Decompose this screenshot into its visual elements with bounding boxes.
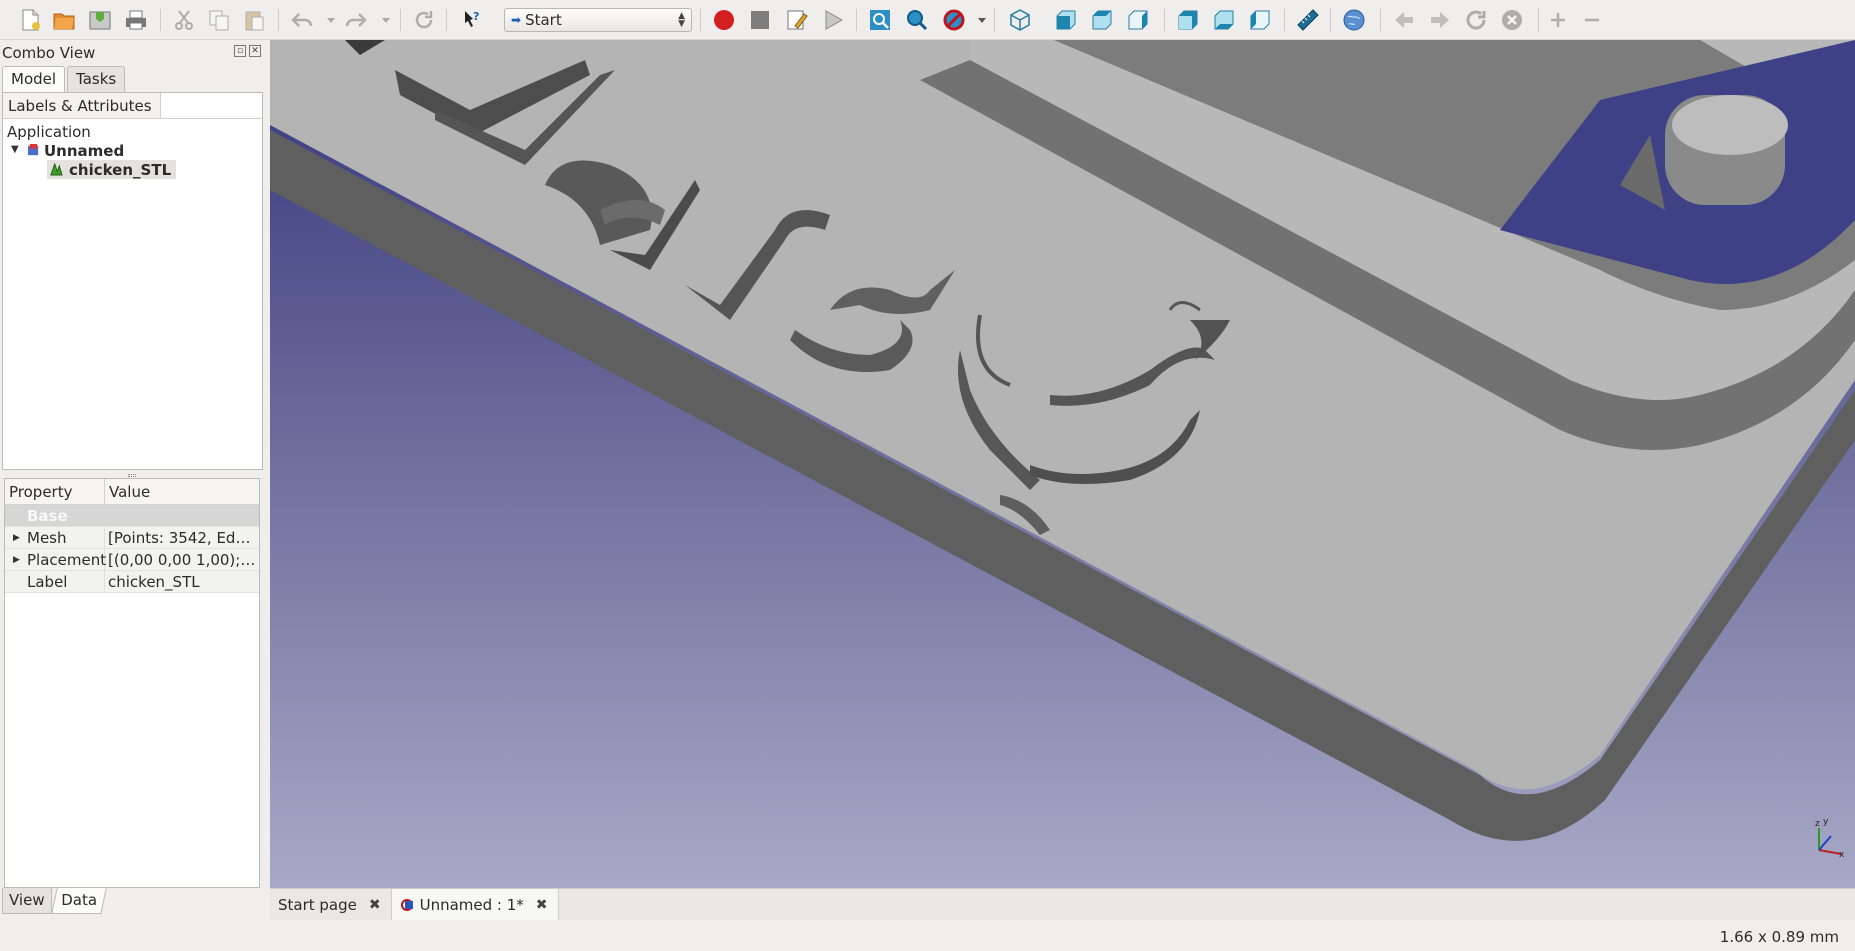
property-row-label[interactable]: Label chicken_STL: [5, 571, 259, 593]
property-value[interactable]: [(0,00 0,00 1,00); 0 °...: [105, 551, 259, 569]
fit-all-icon[interactable]: [866, 6, 894, 34]
main-toolbar: ? ➡ Start ▲ ▼: [0, 0, 1855, 40]
axis-x-label: x: [1839, 850, 1845, 858]
document-label: Unnamed: [44, 141, 125, 160]
macro-record-icon[interactable]: [710, 6, 738, 34]
arrow-right-icon: ➡: [511, 13, 522, 27]
mesh-render: [270, 40, 1855, 841]
left-view-icon[interactable]: [1246, 6, 1274, 34]
new-document-icon[interactable]: [16, 6, 44, 34]
undo-icon[interactable]: [288, 6, 316, 34]
tree-item-document[interactable]: Unnamed: [27, 141, 124, 160]
isometric-view-icon[interactable]: [1006, 6, 1034, 34]
combo-view-title: Combo View: [2, 44, 96, 62]
3d-viewport[interactable]: x y z: [270, 40, 1855, 888]
spinner-icon: ▲ ▼: [678, 11, 685, 29]
axis-cross-icon: x y z: [1815, 817, 1845, 858]
paste-icon[interactable]: [240, 6, 268, 34]
axis-z-label: z: [1815, 819, 1820, 829]
top-view-icon[interactable]: [1088, 6, 1116, 34]
property-value[interactable]: [Points: 3542, Edge...: [105, 529, 259, 547]
axis-y-label: y: [1823, 817, 1829, 827]
workbench-selector-label: Start: [525, 11, 562, 29]
property-editor: Property Value Base ▶ Mesh [Points: 3542,…: [4, 478, 260, 888]
print-icon[interactable]: [122, 6, 150, 34]
close-panel-icon[interactable]: ✕: [249, 45, 261, 57]
float-panel-icon[interactable]: ▫: [234, 45, 246, 57]
measure-icon[interactable]: [1294, 6, 1322, 34]
web-globe-icon[interactable]: [1340, 6, 1368, 34]
front-view-icon[interactable]: [1052, 6, 1080, 34]
document-tab-bar: Start page ✖ Unnamed : 1* ✖: [270, 888, 1855, 920]
tab-data[interactable]: Data: [50, 888, 107, 914]
macro-run-icon[interactable]: [819, 6, 847, 34]
status-bar: 1.66 x 0.89 mm: [0, 920, 1855, 951]
whats-this-icon[interactable]: ?: [458, 6, 486, 34]
property-row-placement[interactable]: ▶Placement [(0,00 0,00 1,00); 0 °...: [5, 549, 259, 571]
property-group-base[interactable]: Base: [5, 505, 259, 527]
tab-unnamed-label: Unnamed : 1*: [419, 895, 524, 914]
combo-view-panel: Combo View ▫ ✕ Model Tasks Labels & Attr…: [0, 40, 265, 920]
expand-arrow-icon[interactable]: ▶: [13, 533, 20, 543]
tab-unnamed-document[interactable]: Unnamed : 1* ✖: [391, 889, 559, 920]
fit-selection-icon[interactable]: [903, 6, 931, 34]
tab-tasks[interactable]: Tasks: [67, 66, 126, 92]
value-column-header[interactable]: Value: [105, 479, 259, 504]
workbench-selector[interactable]: ➡ Start ▲ ▼: [504, 8, 692, 32]
expand-arrow-icon[interactable]: ▶: [13, 555, 20, 565]
property-value[interactable]: chicken_STL: [105, 573, 259, 591]
mesh-icon: [50, 163, 63, 176]
freecad-document-icon: [400, 898, 413, 911]
save-icon[interactable]: [86, 6, 114, 34]
right-view-icon[interactable]: [1124, 6, 1152, 34]
stop-icon[interactable]: [1498, 6, 1526, 34]
expand-arrow-icon[interactable]: ▼: [11, 144, 19, 155]
macro-stop-icon[interactable]: [746, 6, 774, 34]
model-tree: Labels & Attributes Application ▼ Unname…: [2, 92, 263, 470]
tree-item-mesh-object[interactable]: chicken_STL: [47, 160, 177, 179]
property-row-mesh[interactable]: ▶ Mesh [Points: 3542, Edge...: [5, 527, 259, 549]
redo-icon[interactable]: [342, 6, 370, 34]
rear-view-icon[interactable]: [1174, 6, 1202, 34]
document-icon: [27, 144, 39, 156]
mesh-object-label: chicken_STL: [69, 160, 172, 179]
refresh-icon[interactable]: [410, 6, 438, 34]
zoom-out-icon[interactable]: [1578, 6, 1606, 34]
close-icon[interactable]: ✖: [536, 897, 548, 913]
draw-style-icon[interactable]: [940, 6, 968, 34]
tab-start-page-label: Start page: [278, 895, 357, 914]
copy-icon[interactable]: [205, 6, 233, 34]
tab-model[interactable]: Model: [2, 66, 66, 92]
property-column-header[interactable]: Property: [5, 479, 105, 504]
tab-start-page[interactable]: Start page ✖: [270, 889, 392, 920]
tab-view[interactable]: View: [2, 888, 52, 914]
view-dimensions: 1.66 x 0.89 mm: [1719, 928, 1839, 946]
zoom-in-icon[interactable]: [1544, 6, 1572, 34]
open-folder-icon[interactable]: [50, 6, 78, 34]
svg-text:?: ?: [473, 10, 479, 23]
tree-column-header[interactable]: Labels & Attributes: [3, 93, 161, 118]
bottom-view-icon[interactable]: [1210, 6, 1238, 34]
reload-icon[interactable]: [1462, 6, 1490, 34]
tree-item-application[interactable]: Application: [7, 122, 91, 141]
close-icon[interactable]: ✖: [369, 897, 381, 913]
back-icon[interactable]: [1390, 6, 1418, 34]
cut-icon[interactable]: [170, 6, 198, 34]
forward-icon[interactable]: [1426, 6, 1454, 34]
macro-edit-icon[interactable]: [783, 6, 811, 34]
